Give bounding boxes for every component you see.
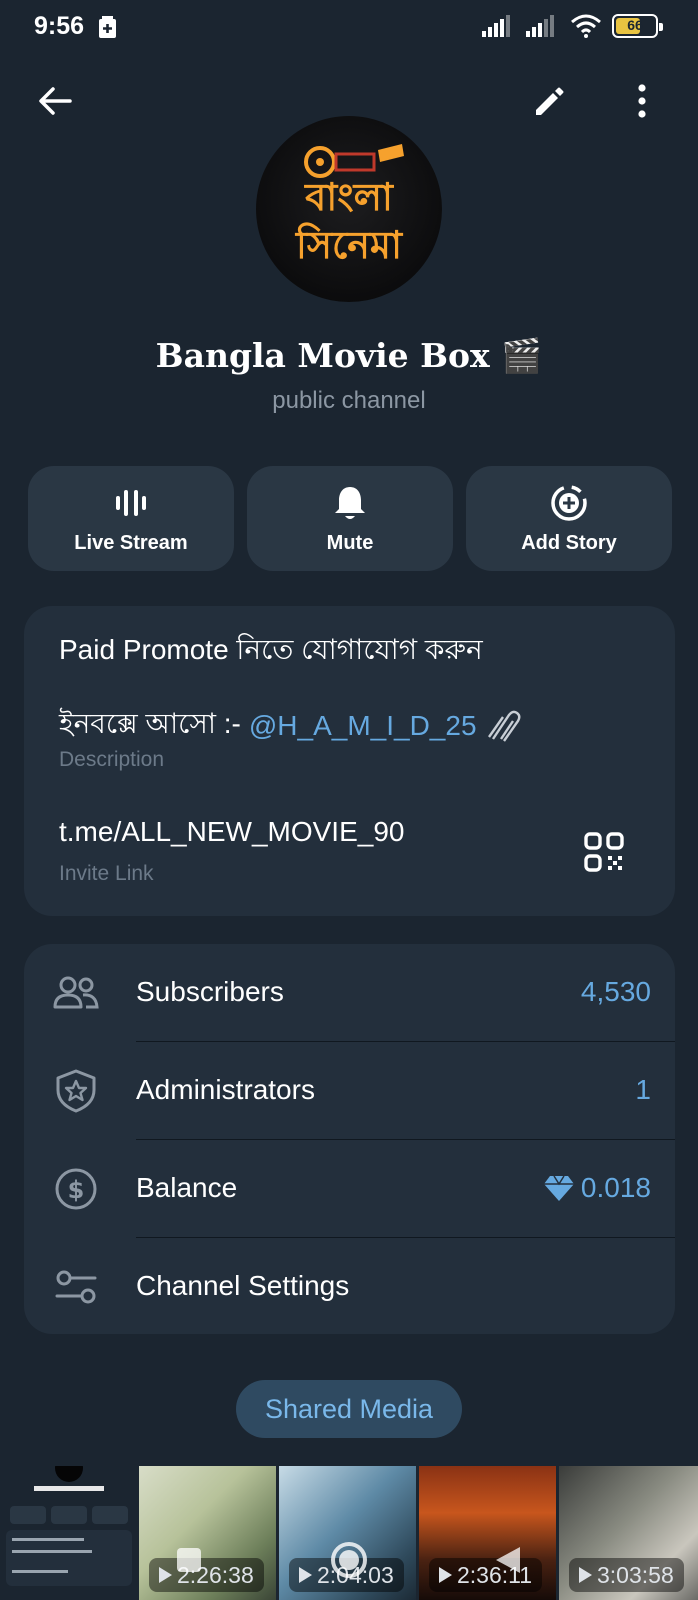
- more-button[interactable]: [618, 77, 666, 125]
- channel-settings-label: Channel Settings: [136, 1270, 350, 1301]
- back-button[interactable]: [31, 77, 79, 125]
- invite-link[interactable]: t.me/ALL_NEW_MOVIE_90: [59, 816, 404, 848]
- wifi-icon: [571, 14, 601, 38]
- subscribers-count: 4,530: [580, 976, 651, 1007]
- description-line1: Paid Promote নিতে যোগাযোগ করুন: [59, 634, 483, 665]
- shield-star-icon: [52, 1068, 100, 1114]
- avatar-text-line2: সিনেমা: [295, 222, 403, 267]
- balance-amount: 0.018: [580, 1172, 651, 1203]
- recents-button[interactable]: [165, 1536, 213, 1584]
- channel-screenshot-thumbnail: [0, 1466, 138, 1600]
- settings-sliders-icon: [52, 1264, 100, 1310]
- description-prefix: ইনবক্সে আসো :-: [59, 708, 241, 739]
- balance-label: Balance: [136, 1172, 238, 1203]
- battery-text: 66: [627, 17, 643, 33]
- invite-link-caption: Invite Link: [59, 862, 154, 885]
- administrators-label: Administrators: [136, 1074, 315, 1105]
- channel-title: Bangla Movie Box 🎬: [155, 336, 543, 375]
- play-icon: [439, 1567, 452, 1583]
- triangle-back-icon: [496, 1547, 520, 1573]
- square-icon: [177, 1548, 201, 1572]
- channel-type: public channel: [272, 387, 426, 414]
- svg-text:$: $: [68, 1176, 85, 1204]
- media-thumb[interactable]: 3:03:58: [559, 1466, 698, 1600]
- paperclip-icon: [485, 709, 525, 743]
- live-stream-button[interactable]: Live Stream: [28, 466, 234, 571]
- live-stream-label: Live Stream: [74, 532, 188, 554]
- video-duration: 3:03:58: [569, 1558, 684, 1592]
- mute-label: Mute: [326, 532, 374, 554]
- add-story-label: Add Story: [521, 532, 617, 554]
- channel-settings-row[interactable]: Channel Settings: [24, 1238, 675, 1336]
- description-caption: Description: [59, 748, 165, 771]
- arrow-left-icon: [39, 87, 72, 115]
- stats-card: Subscribers 4,530 Administrators 1 $ Bal…: [24, 944, 675, 1334]
- edit-button[interactable]: [525, 77, 573, 125]
- battery-icon: 66: [612, 14, 663, 38]
- home-button[interactable]: [325, 1536, 373, 1584]
- play-icon: [299, 1567, 312, 1583]
- administrators-count: 1: [635, 1074, 651, 1105]
- description-line2: ইনবক্সে আসো :- @H_A_M_I_D_25: [59, 702, 525, 749]
- mute-button[interactable]: Mute: [247, 466, 453, 571]
- subscribers-row[interactable]: Subscribers 4,530: [24, 944, 675, 1042]
- more-vertical-icon: [638, 84, 646, 118]
- add-story-icon: [551, 485, 587, 521]
- diamond-icon: [543, 1175, 574, 1201]
- dollar-circle-icon: $: [52, 1166, 100, 1212]
- status-time: 9:56: [34, 12, 85, 40]
- status-bar: 9:56 66: [0, 0, 698, 56]
- balance-value: 0.018: [543, 1172, 651, 1204]
- circle-icon: [331, 1542, 367, 1578]
- description-mention-link[interactable]: @H_A_M_I_D_25: [249, 710, 477, 742]
- nav-back-button[interactable]: [484, 1536, 532, 1584]
- info-card: Paid Promote নিতে যোগাযোগ করুন ইনবক্সে আ…: [24, 606, 675, 916]
- channel-avatar[interactable]: বাংলা সিনেমা: [256, 116, 442, 302]
- pencil-icon: [536, 87, 564, 115]
- play-icon: [579, 1567, 592, 1583]
- live-stream-icon: [116, 490, 146, 516]
- signal-icon: [482, 15, 510, 37]
- administrators-row[interactable]: Administrators 1: [24, 1042, 675, 1140]
- qr-code-button[interactable]: [582, 830, 626, 874]
- battery-nub: [659, 23, 663, 31]
- battery-saver-icon: [99, 16, 116, 38]
- users-icon: [52, 970, 100, 1016]
- subscribers-label: Subscribers: [136, 976, 284, 1007]
- qr-code-icon: [584, 832, 624, 872]
- bell-icon: [335, 487, 365, 519]
- status-icons: 66: [482, 14, 663, 38]
- signal-icon: [526, 15, 554, 37]
- media-thumb[interactable]: [0, 1466, 138, 1600]
- add-story-button[interactable]: Add Story: [466, 466, 672, 571]
- balance-row[interactable]: $ Balance 0.018: [24, 1140, 675, 1238]
- shared-media-tab[interactable]: Shared Media: [228, 1372, 470, 1446]
